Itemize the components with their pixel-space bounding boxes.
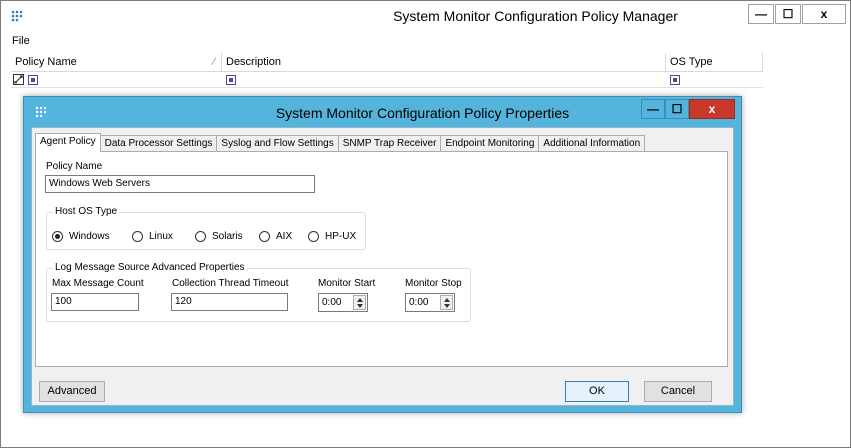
policy-name-input[interactable]: Windows Web Servers bbox=[45, 175, 315, 193]
dialog-close-button[interactable]: x bbox=[689, 99, 735, 119]
column-os-type[interactable]: OS Type bbox=[666, 53, 763, 72]
host-os-title: Host OS Type bbox=[53, 206, 120, 217]
monitor-start-value: 0:00 bbox=[322, 297, 342, 308]
monitor-stop-label: Monitor Stop bbox=[405, 278, 462, 289]
ok-button[interactable]: OK bbox=[565, 381, 629, 402]
radio-icon bbox=[308, 231, 319, 242]
monitor-start-spinner[interactable]: 0:00 bbox=[318, 293, 368, 312]
collection-timeout-input[interactable]: 120 bbox=[171, 293, 288, 311]
advanced-button[interactable]: Advanced bbox=[39, 381, 105, 402]
host-os-groupbox: Host OS Type Windows Linux Solaris AIX H… bbox=[46, 206, 366, 250]
column-policy-name[interactable]: Policy Name ⁄ bbox=[11, 53, 222, 72]
properties-dialog: System Monitor Configuration Policy Prop… bbox=[23, 96, 742, 413]
radio-solaris-label: Solaris bbox=[212, 231, 243, 242]
minimize-button[interactable]: — bbox=[748, 4, 774, 24]
spinner-arrows-icon[interactable] bbox=[440, 295, 453, 310]
tab-agent-policy[interactable]: Agent Policy bbox=[35, 133, 101, 152]
cancel-button[interactable]: Cancel bbox=[644, 381, 712, 402]
menubar: File bbox=[1, 32, 850, 50]
checkbox-icon[interactable] bbox=[226, 75, 236, 85]
row-edit-icon bbox=[13, 74, 24, 85]
radio-icon bbox=[259, 231, 270, 242]
column-description[interactable]: Description bbox=[222, 53, 666, 72]
agent-policy-panel: Policy Name Windows Web Servers Host OS … bbox=[35, 151, 728, 367]
main-titlebar: System Monitor Configuration Policy Mana… bbox=[1, 1, 850, 32]
dialog-title: System Monitor Configuration Policy Prop… bbox=[275, 105, 570, 121]
radio-aix-label: AIX bbox=[276, 231, 293, 242]
radio-linux[interactable]: Linux bbox=[132, 231, 173, 242]
log-properties-title: Log Message Source Advanced Properties bbox=[53, 262, 247, 273]
monitor-stop-spinner[interactable]: 0:00 bbox=[405, 293, 455, 312]
max-message-count-input[interactable]: 100 bbox=[51, 293, 139, 311]
close-button[interactable]: x bbox=[802, 4, 846, 24]
radio-icon bbox=[195, 231, 206, 242]
radio-solaris[interactable]: Solaris bbox=[195, 231, 243, 242]
radio-linux-label: Linux bbox=[149, 231, 173, 242]
spinner-arrows-icon[interactable] bbox=[353, 295, 366, 310]
dialog-body: Agent Policy Data Processor Settings Sys… bbox=[31, 127, 734, 406]
radio-aix[interactable]: AIX bbox=[259, 231, 292, 242]
grid-new-row[interactable] bbox=[11, 72, 763, 88]
menu-file[interactable]: File bbox=[12, 35, 30, 47]
max-message-count-label: Max Message Count bbox=[52, 278, 144, 289]
radio-icon bbox=[132, 231, 143, 242]
tab-additional-information[interactable]: Additional Information bbox=[538, 135, 646, 152]
sort-indicator-icon: ⁄ bbox=[213, 56, 215, 68]
grid-header: Policy Name ⁄ Description OS Type bbox=[11, 53, 763, 72]
policy-name-label: Policy Name bbox=[46, 161, 103, 172]
radio-hpux[interactable]: HP-UX bbox=[308, 231, 356, 242]
monitor-stop-value: 0:00 bbox=[409, 297, 429, 308]
radio-windows-label: Windows bbox=[69, 231, 110, 242]
dialog-maximize-button[interactable]: ☐ bbox=[665, 99, 689, 119]
maximize-button[interactable]: ☐ bbox=[775, 4, 801, 24]
tab-snmp-trap-receiver[interactable]: SNMP Trap Receiver bbox=[337, 135, 442, 152]
monitor-start-label: Monitor Start bbox=[318, 278, 376, 289]
tab-data-processor-settings[interactable]: Data Processor Settings bbox=[99, 135, 218, 152]
tab-syslog-flow-settings[interactable]: Syslog and Flow Settings bbox=[216, 135, 339, 152]
radio-hpux-label: HP-UX bbox=[325, 231, 357, 242]
checkbox-icon[interactable] bbox=[28, 75, 38, 85]
checkbox-icon[interactable] bbox=[670, 75, 680, 85]
main-window-title: System Monitor Configuration Policy Mana… bbox=[393, 8, 678, 24]
tab-strip: Agent Policy Data Processor Settings Sys… bbox=[35, 133, 646, 152]
radio-windows[interactable]: Windows bbox=[52, 231, 110, 242]
radio-selected-icon bbox=[52, 231, 63, 242]
log-properties-groupbox: Log Message Source Advanced Properties M… bbox=[46, 262, 471, 322]
collection-timeout-label: Collection Thread Timeout bbox=[172, 278, 289, 289]
column-policy-name-label: Policy Name bbox=[15, 56, 77, 68]
tab-endpoint-monitoring[interactable]: Endpoint Monitoring bbox=[440, 135, 540, 152]
dialog-minimize-button[interactable]: — bbox=[641, 99, 665, 119]
